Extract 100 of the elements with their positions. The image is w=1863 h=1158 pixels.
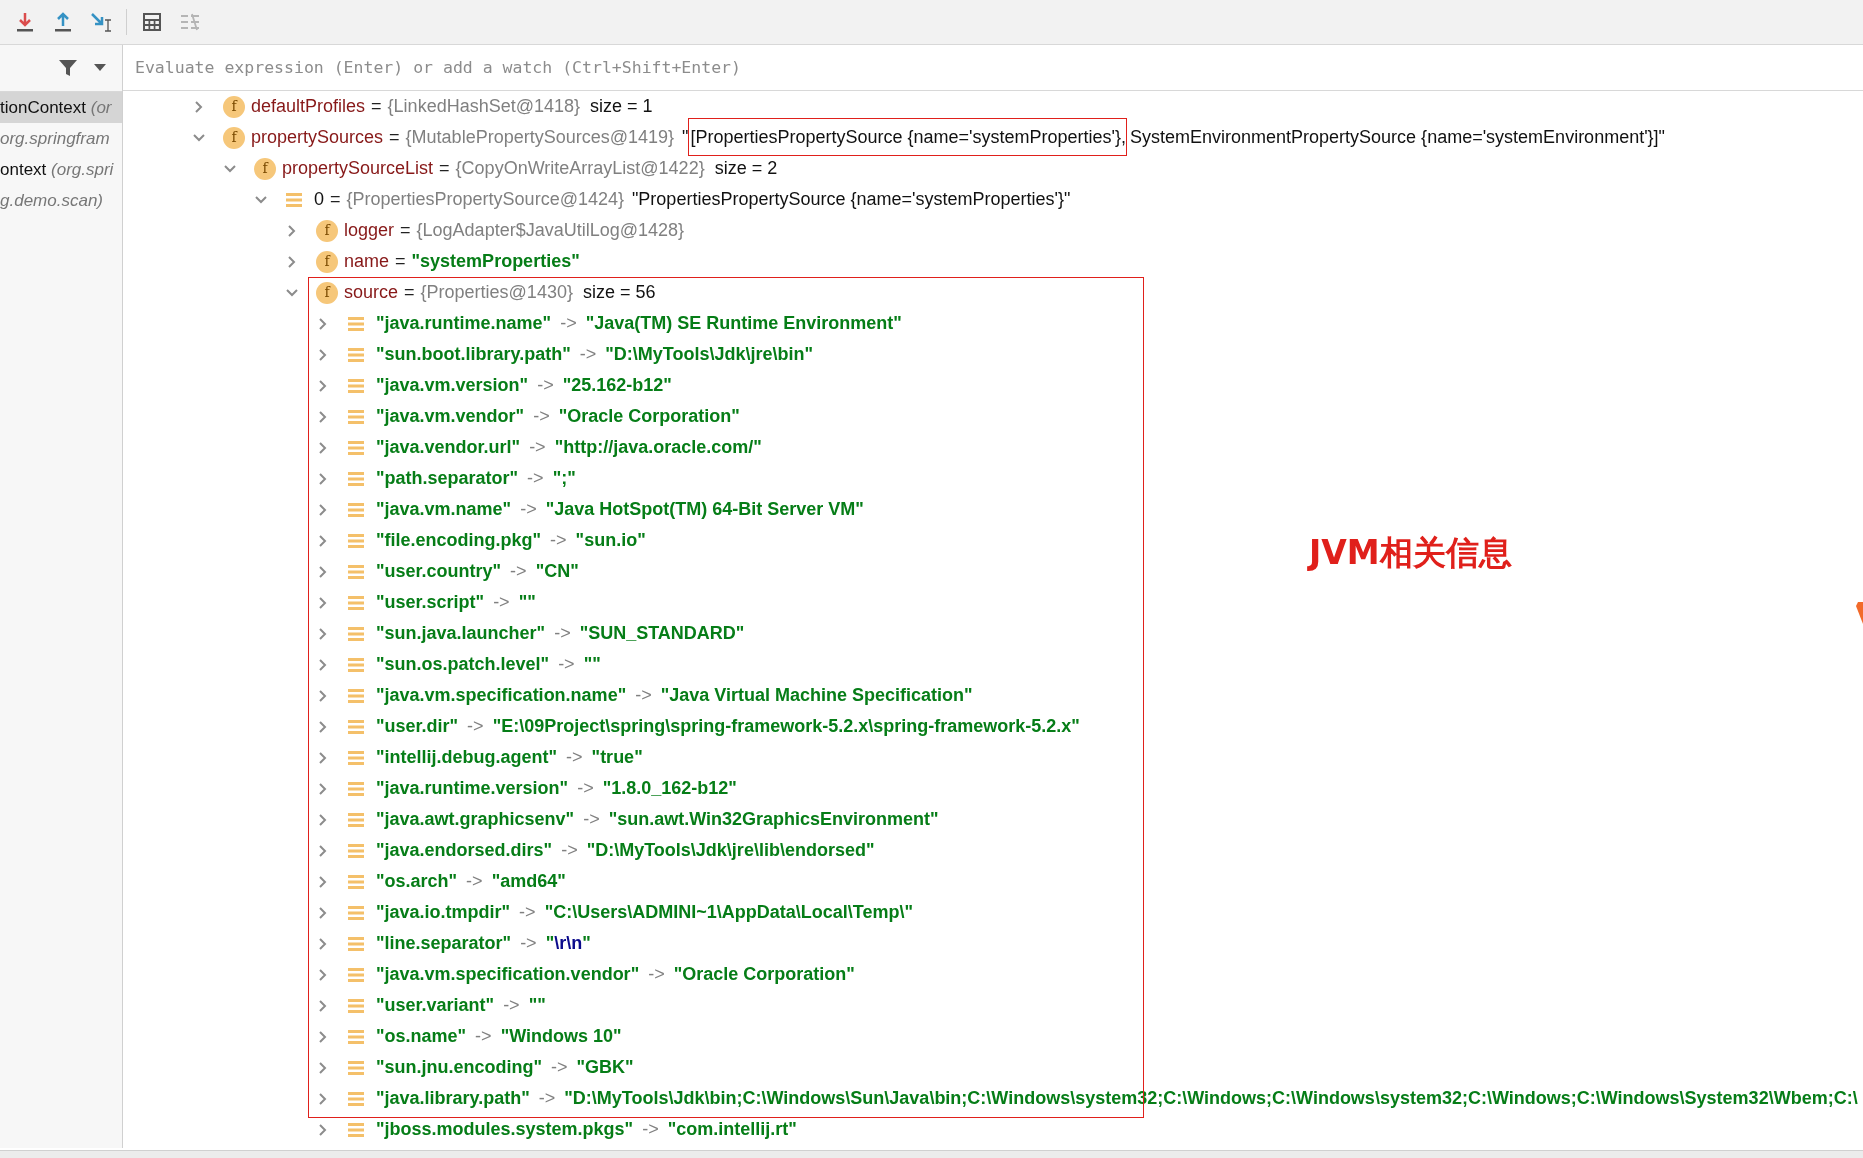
equals-sign: =: [400, 219, 411, 242]
entry-value: "C:\Users\ADMINI~1\AppData\Local\Temp\": [544, 901, 913, 924]
list-item-icon: [347, 1090, 365, 1107]
frame-item[interactable]: tionContext (or: [0, 92, 122, 123]
entry-key: "user.script": [376, 589, 485, 616]
arrow-operator: ->: [510, 560, 527, 583]
entry-key: "intellij.debug.agent": [376, 744, 558, 771]
list-item-icon: [347, 873, 365, 890]
entry-key: "java.vm.specification.vendor": [376, 961, 640, 988]
to-string-value: "PropertiesPropertySource {name='systemProperties'}": [631, 188, 1071, 211]
list-item-icon: [347, 1121, 365, 1138]
entry-value: "Java HotSpot(TM) 64-Bit Server VM": [545, 498, 864, 521]
entry-value: "": [528, 994, 546, 1017]
entry-value: "Windows 10": [500, 1025, 622, 1048]
list-item-icon: [347, 997, 365, 1014]
object-reference: {Properties@1430}: [420, 281, 573, 304]
list-item-icon: [347, 315, 365, 332]
entry-key: "sun.java.launcher": [376, 620, 546, 647]
entry-value: "Oracle Corporation": [673, 963, 855, 986]
equals-sign: =: [439, 157, 450, 180]
frame-item[interactable]: org.springfram: [0, 123, 122, 154]
filter-icon[interactable]: [58, 58, 78, 78]
list-item-icon: [347, 1028, 365, 1045]
entry-key: "file.encoding.pkg": [376, 527, 542, 554]
list-item-icon: [347, 594, 365, 611]
arrow-operator: ->: [577, 777, 594, 800]
entry-key: "sun.boot.library.path": [376, 341, 571, 368]
arrow-operator: ->: [466, 870, 483, 893]
arrow-operator: ->: [519, 901, 536, 924]
entry-key: "java.vendor.url": [376, 434, 521, 461]
arrow-operator: ->: [566, 746, 583, 769]
entry-key: "java.runtime.version": [376, 775, 569, 802]
list-item-icon: [347, 656, 365, 673]
list-item-icon: [347, 687, 365, 704]
upload-arrow-icon: [52, 11, 74, 33]
list-item-icon: [347, 966, 365, 983]
step-arrow-cursor-icon: [89, 11, 113, 33]
frame-item[interactable]: ontext (org.spri: [0, 154, 122, 185]
object-reference: {MutablePropertySources@1419}: [405, 126, 675, 149]
list-item-icon: [347, 532, 365, 549]
entry-key: "java.awt.graphicsenv": [376, 806, 575, 833]
arrow-operator: ->: [554, 622, 571, 645]
entry-value: "amd64": [491, 870, 566, 893]
list-item-icon: [347, 811, 365, 828]
field-icon: f: [316, 250, 338, 273]
entry-key: "os.arch": [376, 868, 458, 895]
equals-sign: =: [371, 95, 382, 118]
arrow-operator: ->: [538, 1087, 556, 1110]
table-icon: [142, 12, 162, 32]
entry-key: "user.variant": [376, 992, 495, 1019]
size-label: size = 1: [590, 95, 653, 118]
list-item-icon: [347, 563, 365, 580]
field-icon: f: [316, 219, 338, 242]
variable-name: name: [344, 250, 390, 273]
entry-key: "java.vm.specification.name": [376, 682, 627, 709]
entry-value: "sun.awt.Win32GraphicsEnvironment": [608, 808, 939, 831]
entry-key: "path.separator": [376, 465, 519, 492]
list-item-icon: [347, 501, 365, 518]
list-item-icon: [347, 749, 365, 766]
arrow-operator: ->: [467, 715, 484, 738]
entry-key: "java.endorsed.dirs": [376, 837, 553, 864]
list-item-icon: [347, 718, 365, 735]
size-label: size = 2: [714, 157, 778, 180]
entry-value: "E:\09Project\spring\spring-framework-5.2.x\spring-framework-5.2.x": [492, 715, 1080, 738]
entry-value: "Java(TM) SE Runtime Environment": [585, 312, 902, 335]
list-item-icon: [285, 191, 303, 208]
entry-key: "java.vm.vendor": [376, 403, 525, 430]
entry-key: "sun.jnu.encoding": [376, 1054, 543, 1081]
object-reference: {LogAdapter$JavaUtilLog@1428}: [416, 219, 685, 242]
arrow-operator: ->: [533, 405, 550, 428]
entry-value: ";": [552, 467, 576, 490]
list-item-icon: [347, 1059, 365, 1076]
dropdown-caret-icon[interactable]: [94, 64, 106, 72]
object-reference: {CopyOnWriteArrayList@1422}: [455, 157, 705, 180]
entry-key: "java.library.path": [376, 1085, 530, 1112]
variable-name: 0: [314, 188, 324, 211]
equals-sign: =: [330, 188, 341, 211]
entry-value: "Java Virtual Machine Specification": [660, 684, 973, 707]
entry-key: "sun.os.patch.level": [376, 651, 550, 678]
frame-item[interactable]: g.demo.scan): [0, 185, 122, 216]
equals-sign: =: [395, 250, 406, 273]
entry-value: "": [518, 591, 536, 614]
entry-value: "D:\MyTools\Jdk\jre\lib\endorsed": [586, 839, 875, 862]
object-reference: {LinkedHashSet@1418}: [387, 95, 580, 118]
entry-value: "D:\MyTools\Jdk\jre\bin": [605, 343, 814, 366]
object-reference: {PropertiesPropertySource@1424}: [346, 188, 624, 211]
string-value: "systemProperties": [411, 250, 580, 273]
arrow-operator: ->: [529, 436, 546, 459]
arrow-operator: ->: [558, 653, 575, 676]
arrow-operator: ->: [583, 808, 600, 831]
entry-value: "Oracle Corporation": [558, 405, 740, 428]
to-string-value: SystemEnvironmentPropertySource {name='systemEnvironment'}]": [1129, 127, 1665, 147]
entry-value: "http://java.oracle.com/": [554, 436, 762, 459]
list-item-icon: [347, 935, 365, 952]
variable-name: logger: [344, 219, 395, 242]
arrow-operator: ->: [520, 932, 537, 955]
variable-name: propertySources: [251, 126, 384, 149]
arrow-operator: ->: [475, 1025, 492, 1048]
entry-value: "SUN_STANDARD": [579, 622, 745, 645]
list-item-icon: [347, 439, 365, 456]
